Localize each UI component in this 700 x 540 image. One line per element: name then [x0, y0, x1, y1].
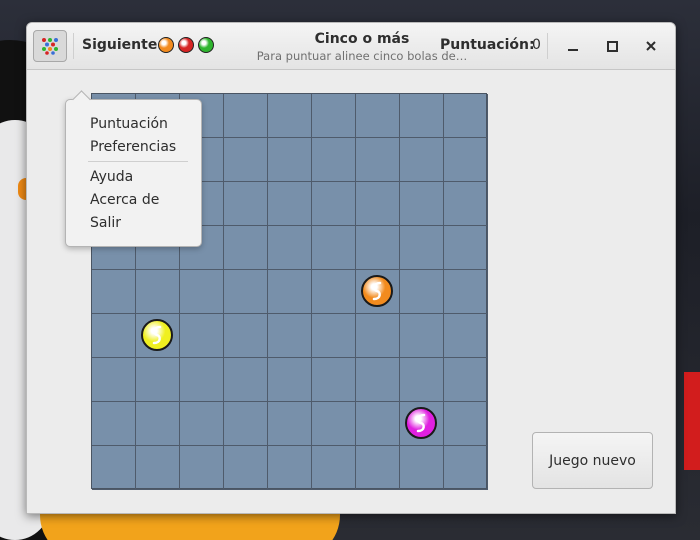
- board-cell[interactable]: [92, 446, 136, 490]
- board-cell[interactable]: [268, 182, 312, 226]
- board-cell[interactable]: [444, 314, 488, 358]
- board-cell[interactable]: [400, 314, 444, 358]
- board-cell[interactable]: [224, 138, 268, 182]
- app-menu-button[interactable]: [33, 30, 67, 62]
- menu-item-help[interactable]: Ayuda: [90, 169, 133, 185]
- maximize-button[interactable]: [601, 36, 623, 56]
- menu-item-quit[interactable]: Salir: [90, 215, 121, 231]
- board-cell[interactable]: [224, 446, 268, 490]
- board-cell[interactable]: [180, 402, 224, 446]
- board-cell[interactable]: [444, 446, 488, 490]
- board-cell[interactable]: [268, 314, 312, 358]
- board-cell[interactable]: [356, 226, 400, 270]
- board-cell[interactable]: [268, 94, 312, 138]
- board-cell[interactable]: [444, 94, 488, 138]
- next-label: Siguiente:: [82, 37, 163, 53]
- board-cell[interactable]: [136, 446, 180, 490]
- board-cell[interactable]: [400, 446, 444, 490]
- menu-separator: [88, 161, 188, 162]
- next-ball-icon: [158, 37, 174, 53]
- board-cell[interactable]: [356, 446, 400, 490]
- magenta-ball[interactable]: [405, 407, 437, 439]
- header-separator: [73, 33, 74, 59]
- board-cell[interactable]: [268, 446, 312, 490]
- board-cell[interactable]: [444, 358, 488, 402]
- board-cell[interactable]: [180, 270, 224, 314]
- board-cell[interactable]: [180, 446, 224, 490]
- board-cell[interactable]: [224, 358, 268, 402]
- board-cell[interactable]: [444, 270, 488, 314]
- board-cell[interactable]: [400, 270, 444, 314]
- orange-ball[interactable]: [361, 275, 393, 307]
- close-icon: [646, 41, 656, 51]
- board-cell[interactable]: [92, 402, 136, 446]
- score-label: Puntuación:: [440, 37, 535, 53]
- board-cell[interactable]: [268, 358, 312, 402]
- board-cell[interactable]: [400, 94, 444, 138]
- score-value: 0: [532, 37, 541, 53]
- board-cell[interactable]: [92, 270, 136, 314]
- board-cell[interactable]: [444, 182, 488, 226]
- board-cell[interactable]: [268, 402, 312, 446]
- app-window: Siguiente: Cinco o más Para puntuar alin…: [26, 22, 676, 514]
- board-cell[interactable]: [444, 138, 488, 182]
- board-cell[interactable]: [356, 402, 400, 446]
- board-cell[interactable]: [92, 314, 136, 358]
- close-button[interactable]: [640, 36, 662, 56]
- board-cell[interactable]: [224, 402, 268, 446]
- board-cell[interactable]: [312, 226, 356, 270]
- next-ball-icon: [178, 37, 194, 53]
- board-cell[interactable]: [400, 138, 444, 182]
- board-cell[interactable]: [400, 182, 444, 226]
- board-cell[interactable]: [312, 94, 356, 138]
- board-cell[interactable]: [224, 226, 268, 270]
- header-separator: [547, 33, 548, 59]
- board-cell[interactable]: [92, 358, 136, 402]
- maximize-icon: [606, 40, 618, 52]
- board-cell[interactable]: [312, 182, 356, 226]
- board-cell[interactable]: [224, 94, 268, 138]
- board-cell[interactable]: [356, 314, 400, 358]
- wallpaper-red-shape: [684, 372, 700, 470]
- board-cell[interactable]: [356, 94, 400, 138]
- board-cell[interactable]: [444, 226, 488, 270]
- board-cell[interactable]: [180, 314, 224, 358]
- board-cell[interactable]: [400, 226, 444, 270]
- minimize-icon: [568, 49, 578, 51]
- board-cell[interactable]: [268, 138, 312, 182]
- board-cell[interactable]: [136, 402, 180, 446]
- board-cell[interactable]: [180, 358, 224, 402]
- board-cell[interactable]: [268, 270, 312, 314]
- board-cell[interactable]: [312, 358, 356, 402]
- board-cell[interactable]: [356, 358, 400, 402]
- board-cell[interactable]: [356, 138, 400, 182]
- menu-item-preferences[interactable]: Preferencias: [90, 139, 176, 155]
- board-cell[interactable]: [224, 314, 268, 358]
- board-cell[interactable]: [312, 138, 356, 182]
- board-cell[interactable]: [312, 446, 356, 490]
- board-cell[interactable]: [356, 182, 400, 226]
- app-menu-popover: Puntuación Preferencias Ayuda Acerca de …: [65, 90, 202, 247]
- app-menu-icon: [42, 38, 58, 55]
- new-game-button[interactable]: Juego nuevo: [532, 432, 653, 489]
- menu-item-about[interactable]: Acerca de: [90, 192, 159, 208]
- board-cell[interactable]: [400, 358, 444, 402]
- board-cell[interactable]: [312, 314, 356, 358]
- board-cell[interactable]: [312, 402, 356, 446]
- board-cell[interactable]: [136, 358, 180, 402]
- board-cell[interactable]: [224, 270, 268, 314]
- board-cell[interactable]: [444, 402, 488, 446]
- yellow-ball[interactable]: [141, 319, 173, 351]
- popover-arrow: [72, 90, 91, 109]
- minimize-button[interactable]: [562, 36, 584, 56]
- menu-item-scores[interactable]: Puntuación: [90, 116, 168, 132]
- board-cell[interactable]: [268, 226, 312, 270]
- header-bar: Siguiente: Cinco o más Para puntuar alin…: [27, 23, 675, 70]
- board-cell[interactable]: [312, 270, 356, 314]
- next-ball-icon: [198, 37, 214, 53]
- board-cell[interactable]: [224, 182, 268, 226]
- board-cell[interactable]: [136, 270, 180, 314]
